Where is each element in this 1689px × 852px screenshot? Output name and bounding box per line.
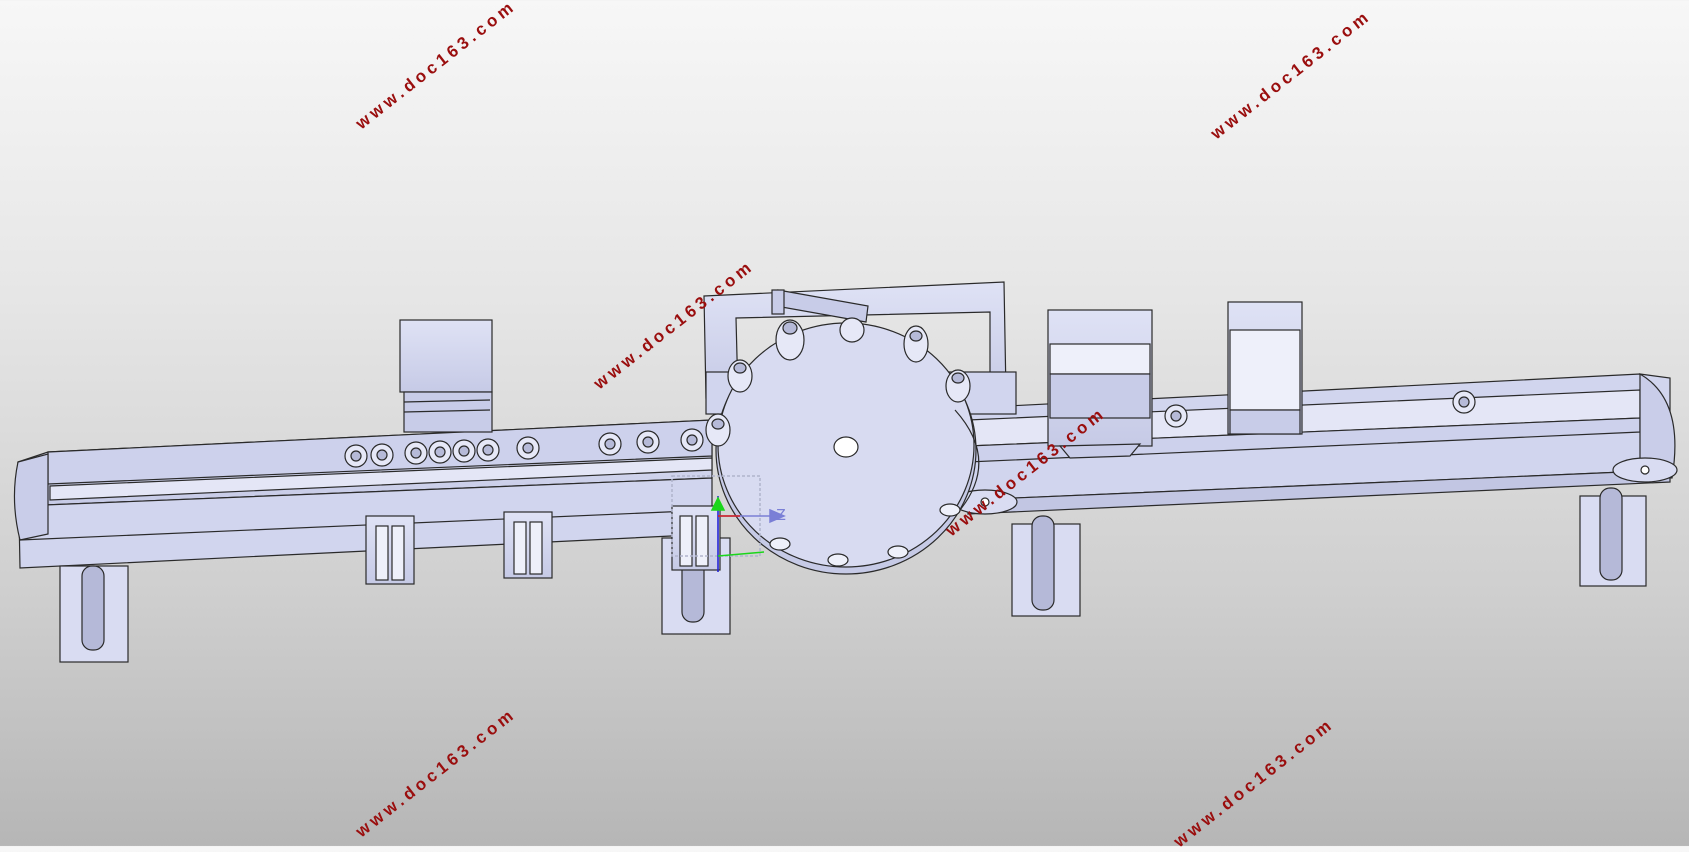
cad-viewport[interactable]: Z [0,0,1689,846]
z-axis-label: Z [776,507,786,524]
hopper-left[interactable] [399,319,493,433]
assembly-model[interactable]: Z [0,0,1689,846]
turntable[interactable] [705,317,980,575]
